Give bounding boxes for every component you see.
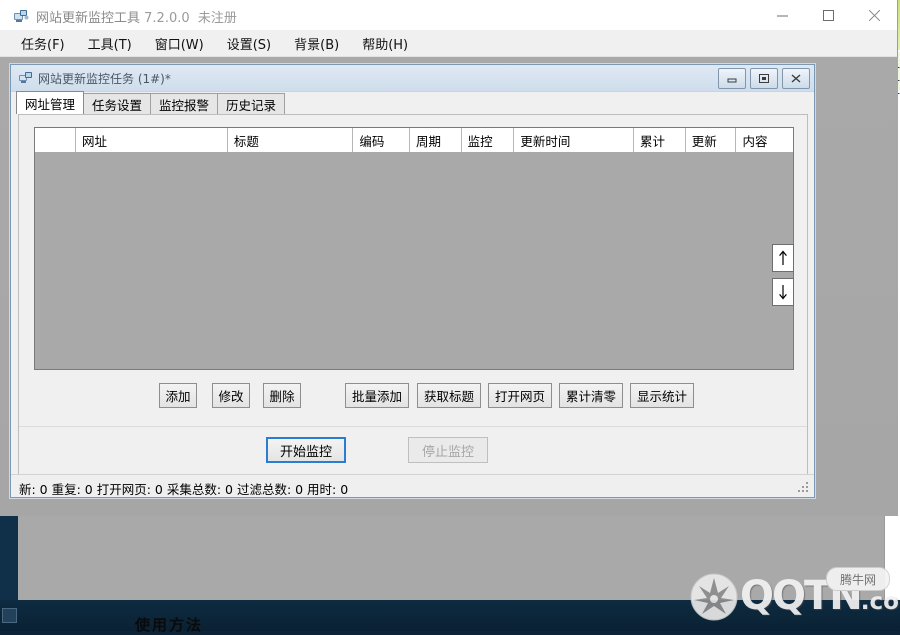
column-header-update-time[interactable]: 更新时间 <box>514 128 634 152</box>
add-button[interactable]: 添加 <box>159 383 197 408</box>
move-up-button[interactable] <box>772 244 794 272</box>
reset-total-button[interactable]: 累计清零 <box>559 383 623 408</box>
close-button[interactable] <box>851 0 897 30</box>
column-header-total[interactable]: 累计 <box>634 128 686 152</box>
panel-divider <box>19 426 807 427</box>
stop-monitor-button: 停止监控 <box>408 437 488 463</box>
background-usage-heading: 使用方法 <box>135 614 203 635</box>
child-statusbar: 新: 0 重复: 0 打开网页: 0 采集总数: 0 过滤总数: 0 用时: 0 <box>11 474 814 497</box>
app-version: 7.2.0.0 <box>144 11 189 26</box>
child-restore-button[interactable] <box>750 68 778 89</box>
column-header-monitor[interactable]: 监控 <box>462 128 515 152</box>
child-window-buttons <box>718 68 810 89</box>
maximize-button[interactable] <box>805 0 851 30</box>
app-name: 网站更新监控工具 <box>36 11 140 26</box>
status-counters: 新: 0 重复: 0 打开网页: 0 采集总数: 0 过滤总数: 0 用时: 0 <box>19 479 348 498</box>
qqtn-logo-icon <box>688 573 740 621</box>
column-header-period[interactable]: 周期 <box>410 128 462 152</box>
listview-order-buttons <box>772 244 794 312</box>
application-window: 网站更新监控工具 7.2.0.0 未注册 任务(F) 工具(T) 窗口(W) 设… <box>0 0 898 516</box>
mdi-client-area: 网站更新监控任务 (1#)* 网址管理 任务设置 监控报警 <box>0 57 898 516</box>
resize-grip[interactable] <box>797 482 809 494</box>
child-window-titlebar[interactable]: 网站更新监控任务 (1#)* <box>11 65 814 92</box>
menu-item-tools[interactable]: 工具(T) <box>79 31 146 56</box>
window-titlebar[interactable]: 网站更新监控工具 7.2.0.0 未注册 <box>0 0 897 30</box>
tab-history[interactable]: 历史记录 <box>217 93 285 114</box>
menu-item-background[interactable]: 背景(B) <box>285 31 353 56</box>
task-child-window: 网站更新监控任务 (1#)* 网址管理 任务设置 监控报警 <box>10 64 815 498</box>
column-header-url[interactable]: 网址 <box>76 128 228 152</box>
window-caption-buttons <box>759 0 897 30</box>
column-header-checkbox[interactable] <box>35 128 76 152</box>
app-license-status: 未注册 <box>198 11 237 26</box>
url-listview[interactable]: 网址 标题 编码 周期 监控 更新时间 累计 更新 内容 <box>34 127 794 370</box>
minimize-button[interactable] <box>759 0 805 30</box>
child-minimize-button[interactable] <box>718 68 746 89</box>
watermark: QQTN.com 腾牛网 <box>688 567 896 625</box>
run-controls: 开始监控 停止监控 <box>19 437 809 467</box>
listview-header: 网址 标题 编码 周期 监控 更新时间 累计 更新 内容 <box>35 128 793 153</box>
tab-panel-url-management: 网址 标题 编码 周期 监控 更新时间 累计 更新 内容 <box>18 114 808 484</box>
column-header-title[interactable]: 标题 <box>228 128 354 152</box>
tab-url-management[interactable]: 网址管理 <box>16 91 84 114</box>
menu-item-window[interactable]: 窗口(W) <box>146 31 218 56</box>
task-monitor-icon <box>19 71 33 84</box>
watermark-suffix: .com <box>861 589 900 615</box>
menubar: 任务(F) 工具(T) 窗口(W) 设置(S) 背景(B) 帮助(H) <box>0 30 897 57</box>
tabstrip: 网址管理 任务设置 监控报警 历史记录 <box>16 92 284 114</box>
show-stats-button[interactable]: 显示统计 <box>630 383 694 408</box>
delete-button[interactable]: 删除 <box>263 383 301 408</box>
fetch-title-button[interactable]: 获取标题 <box>417 383 481 408</box>
batch-add-button[interactable]: 批量添加 <box>345 383 409 408</box>
child-window-title: 网站更新监控任务 (1#)* <box>38 70 171 87</box>
menu-item-help[interactable]: 帮助(H) <box>353 31 422 56</box>
start-monitor-button[interactable]: 开始监控 <box>266 437 346 463</box>
watermark-badge: 腾牛网 <box>826 567 890 591</box>
app-monitor-icon <box>13 8 29 23</box>
column-header-encoding[interactable]: 编码 <box>353 128 410 152</box>
column-header-content[interactable]: 内容 <box>736 128 793 152</box>
child-close-button[interactable] <box>782 68 810 89</box>
menu-item-task[interactable]: 任务(F) <box>12 31 79 56</box>
tab-monitor-alert[interactable]: 监控报警 <box>150 93 218 114</box>
column-header-updates[interactable]: 更新 <box>686 128 737 152</box>
url-action-buttons: 添加 修改 删除 批量添加 获取标题 打开网页 累计清零 显示统计 <box>19 383 809 409</box>
move-down-button[interactable] <box>772 278 794 306</box>
tab-task-settings[interactable]: 任务设置 <box>83 93 151 114</box>
modify-button[interactable]: 修改 <box>212 383 250 408</box>
menu-item-settings[interactable]: 设置(S) <box>218 31 285 56</box>
window-title: 网站更新监控工具 7.2.0.0 未注册 <box>36 7 237 26</box>
listview-body[interactable] <box>35 152 793 369</box>
open-webpage-button[interactable]: 打开网页 <box>488 383 552 408</box>
taskbar-icon[interactable] <box>2 608 17 623</box>
